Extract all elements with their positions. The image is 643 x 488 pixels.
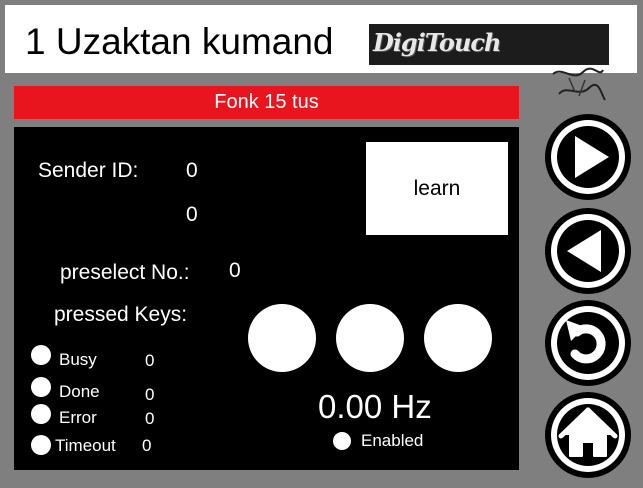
function-banner-label: Fonk 15 tus	[214, 91, 319, 113]
home-icon	[558, 407, 618, 457]
undo-button[interactable]	[545, 300, 631, 386]
play-right-icon	[575, 136, 609, 178]
next-button[interactable]	[545, 114, 631, 200]
pressed-key-indicator-1	[248, 304, 316, 372]
done-label: Done	[59, 382, 100, 401]
frequency-readout: 0.00 Hz	[318, 388, 432, 425]
error-indicator	[31, 404, 51, 424]
back-button[interactable]	[545, 208, 631, 294]
busy-indicator	[31, 345, 51, 365]
learn-button-label: learn	[413, 176, 461, 200]
enabled-indicator	[333, 432, 351, 450]
error-value: 0	[145, 409, 155, 428]
enabled-label: Enabled	[361, 431, 424, 450]
sender-id-value-2: 0	[186, 203, 198, 226]
page-title: 1 Uzaktan kumand	[25, 21, 334, 62]
busy-label: Busy	[59, 350, 97, 369]
pressed-keys-label: pressed Keys:	[54, 303, 188, 326]
logo-hand-icon	[552, 67, 606, 101]
learn-button[interactable]: learn	[366, 142, 508, 235]
timeout-value: 0	[142, 436, 152, 455]
play-left-icon	[567, 230, 601, 272]
sender-id-value-1: 0	[186, 159, 198, 182]
pressed-key-indicator-2	[336, 304, 404, 372]
error-label: Error	[59, 408, 97, 427]
timeout-indicator	[31, 435, 51, 455]
timeout-label: Timeout	[55, 436, 116, 455]
busy-value: 0	[145, 351, 155, 370]
preselect-label: preselect No.:	[60, 261, 190, 284]
logo-wordmark: DigiTouch	[373, 28, 501, 57]
preselect-value: 0	[229, 259, 241, 282]
done-value: 0	[145, 385, 155, 404]
done-indicator	[31, 377, 51, 397]
pressed-key-indicator-3	[424, 304, 492, 372]
function-banner: Fonk 15 tus	[14, 86, 519, 119]
home-button[interactable]	[545, 392, 631, 478]
sender-id-label: Sender ID:	[38, 159, 139, 182]
undo-icon	[566, 320, 606, 364]
